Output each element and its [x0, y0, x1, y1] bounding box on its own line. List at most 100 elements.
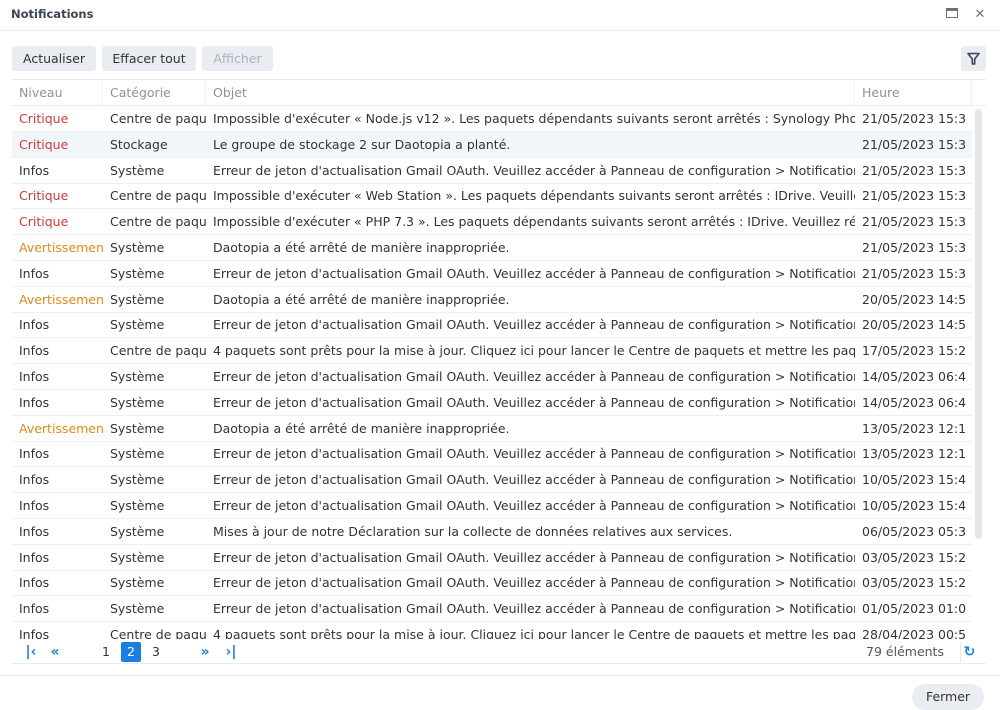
category-cell: Stockage: [110, 136, 168, 152]
pagination: |‹ « 1 2 3 » ›| 79 éléments ↻: [12, 640, 986, 664]
table-row[interactable]: Infos Système Erreur de jeton d'actualisat…: [12, 570, 972, 597]
table-row[interactable]: Infos Système Erreur de jeton d'actualisat…: [12, 596, 972, 623]
level-cell: Avertissement: [19, 420, 103, 436]
object-cell: Impossible d'exécuter « PHP 7.3 ». Les p…: [213, 214, 855, 230]
level-cell: Infos: [19, 523, 50, 539]
level-cell: Infos: [19, 575, 50, 591]
object-cell: 4 paquets sont prêts pour la mise à jour…: [213, 343, 855, 359]
level-cell: Critique: [19, 188, 69, 204]
time-cell: 21/05/2023 15:3: [862, 162, 967, 178]
table-row[interactable]: Infos Système Erreur de jeton d'actualisat…: [12, 158, 972, 184]
category-cell: Système: [110, 162, 165, 178]
table-row[interactable]: Infos Système Erreur de jeton d'actualisat…: [12, 493, 972, 519]
table-row[interactable]: Infos Système Erreur de jeton d'actualisat…: [12, 390, 972, 416]
clear-all-button[interactable]: Effacer tout: [102, 46, 196, 71]
footer-divider: [0, 675, 1000, 676]
table-row[interactable]: Infos Centre de paquets 4 paquets sont prê…: [12, 338, 972, 365]
column-header-category[interactable]: Catégorie: [103, 80, 206, 105]
level-cell: Infos: [19, 369, 50, 384]
category-cell: Centre de paquets: [110, 188, 206, 204]
category-cell: Système: [110, 420, 165, 436]
level-cell: Critique: [19, 136, 69, 152]
reload-icon[interactable]: ↻: [960, 642, 978, 662]
level-cell: Infos: [19, 549, 50, 565]
maximize-icon[interactable]: [943, 6, 961, 24]
time-cell: 14/05/2023 06:4: [862, 394, 967, 410]
object-cell: Daotopia a été arrêté de manière inappro…: [213, 240, 510, 255]
time-cell: 06/05/2023 05:3: [862, 523, 967, 539]
object-cell: Erreur de jeton d'actualisation Gmail OA…: [213, 498, 855, 513]
level-cell: Infos: [19, 446, 50, 462]
close-icon[interactable]: ✕: [971, 6, 989, 24]
page-1[interactable]: 1: [96, 642, 116, 662]
time-cell: 03/05/2023 15:2: [862, 549, 967, 565]
object-cell: Impossible d'exécuter « Web Station ». L…: [213, 188, 855, 204]
category-cell: Système: [110, 446, 165, 462]
table-row[interactable]: Critique Centre de paquets Impossible d'ex…: [12, 183, 972, 210]
column-header-level[interactable]: Niveau: [12, 80, 103, 105]
time-cell: 21/05/2023 15:3: [862, 214, 967, 230]
table-row[interactable]: Infos Système Mises à jour de notre Déclar…: [12, 519, 972, 545]
level-cell: Avertissement: [19, 240, 103, 255]
column-header-time[interactable]: Heure: [855, 80, 972, 105]
table-header: Niveau Catégorie Objet Heure: [12, 80, 986, 106]
refresh-button[interactable]: Actualiser: [12, 46, 96, 71]
column-header-object[interactable]: Objet: [206, 80, 855, 105]
object-cell: Mises à jour de notre Déclaration sur la…: [213, 523, 733, 539]
category-cell: Système: [110, 369, 165, 384]
table-row[interactable]: Avertissement Système Daotopia a été arrêt…: [12, 235, 972, 261]
object-cell: Erreur de jeton d'actualisation Gmail OA…: [213, 601, 855, 617]
category-cell: Centre de paquets: [110, 214, 206, 230]
page-2-current[interactable]: 2: [121, 642, 141, 662]
table-row[interactable]: Critique Centre de paquets Impossible d'ex…: [12, 106, 972, 132]
time-cell: 21/05/2023 15:3: [862, 240, 967, 255]
category-cell: Système: [110, 549, 165, 565]
item-count: 79 éléments: [866, 644, 944, 659]
table-row[interactable]: Infos Système Erreur de jeton d'actualisat…: [12, 312, 972, 339]
notifications-table: Niveau Catégorie Objet Heure Critique Cen…: [12, 79, 986, 639]
time-cell: 21/05/2023 15:3: [862, 188, 967, 204]
level-cell: Infos: [19, 265, 50, 281]
table-row[interactable]: Infos Système Erreur de jeton d'actualisat…: [12, 441, 972, 468]
time-cell: 13/05/2023 12:1: [862, 446, 967, 462]
time-cell: 14/05/2023 06:4: [862, 369, 967, 384]
category-cell: Centre de paquets: [110, 111, 206, 126]
table-row[interactable]: Avertissement Système Daotopia a été arrêt…: [12, 287, 972, 313]
show-button[interactable]: Afficher: [202, 46, 273, 71]
close-button[interactable]: Fermer: [912, 684, 984, 710]
table-row[interactable]: Infos Système Erreur de jeton d'actualisat…: [12, 545, 972, 571]
object-cell: Erreur de jeton d'actualisation Gmail OA…: [213, 549, 855, 565]
category-cell: Centre de paquets: [110, 627, 206, 639]
object-cell: Erreur de jeton d'actualisation Gmail OA…: [213, 575, 855, 591]
table-row[interactable]: Infos Système Erreur de jeton d'actualisat…: [12, 467, 972, 494]
page-3[interactable]: 3: [146, 642, 166, 662]
object-cell: Le groupe de stockage 2 sur Daotopia a p…: [213, 136, 511, 152]
level-cell: Infos: [19, 394, 50, 410]
table-row[interactable]: Infos Centre de paquets 4 paquets sont prê…: [12, 622, 972, 639]
table-row[interactable]: Avertissement Système Daotopia a été arrêt…: [12, 416, 972, 442]
level-cell: Infos: [19, 162, 50, 178]
table-row[interactable]: Critique Stockage Le groupe de stockage 2 …: [12, 131, 972, 158]
time-cell: 21/05/2023 15:3: [862, 136, 967, 152]
category-cell: Système: [110, 317, 165, 333]
next-page-button[interactable]: »: [196, 642, 214, 662]
table-row[interactable]: Infos Système Erreur de jeton d'actualisat…: [12, 261, 972, 287]
category-cell: Système: [110, 601, 165, 617]
category-cell: Système: [110, 498, 165, 513]
category-cell: Système: [110, 265, 165, 281]
time-cell: 13/05/2023 12:1: [862, 420, 967, 436]
filter-button[interactable]: [961, 46, 986, 71]
previous-page-button[interactable]: «: [46, 642, 64, 662]
category-cell: Système: [110, 291, 165, 307]
first-page-button[interactable]: |‹: [22, 642, 40, 662]
object-cell: Daotopia a été arrêté de manière inappro…: [213, 291, 510, 307]
table-row[interactable]: Infos Système Erreur de jeton d'actualisat…: [12, 364, 972, 390]
category-cell: Système: [110, 523, 165, 539]
level-cell: Critique: [19, 111, 69, 126]
object-cell: Erreur de jeton d'actualisation Gmail OA…: [213, 162, 855, 178]
last-page-button[interactable]: ›|: [222, 642, 240, 662]
category-cell: Système: [110, 240, 165, 255]
table-row[interactable]: Critique Centre de paquets Impossible d'ex…: [12, 209, 972, 236]
object-cell: Erreur de jeton d'actualisation Gmail OA…: [213, 369, 855, 384]
scrollbar[interactable]: [975, 109, 982, 539]
